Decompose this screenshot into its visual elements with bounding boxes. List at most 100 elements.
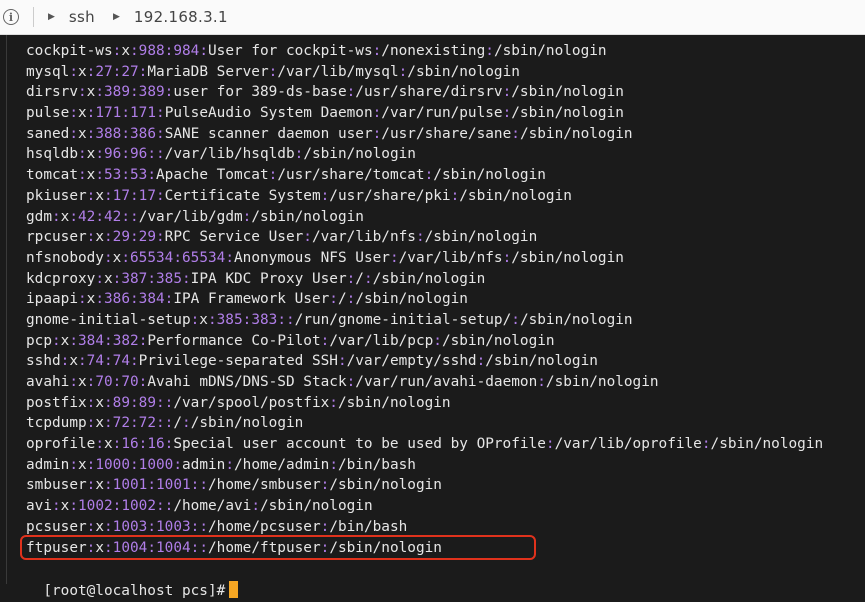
gecos: Avahi mDNS/DNS-SD Stack <box>147 374 347 390</box>
field-separator: : <box>104 394 113 411</box>
field-separator: : <box>502 84 512 101</box>
field-separator: : <box>121 249 130 266</box>
uid: 29 <box>112 229 130 246</box>
password-field: x <box>95 394 104 411</box>
field-separator: : <box>320 332 330 349</box>
password-field: x <box>103 270 113 287</box>
home-directory: /run/gnome-initial-setup/ <box>294 311 512 328</box>
breadcrumb-item-host[interactable]: 192.168.3.1 <box>134 8 228 26</box>
field-separator: : <box>225 249 234 266</box>
uid: 72 <box>112 415 130 432</box>
home-directory: /var/run/pulse <box>381 105 503 122</box>
home-directory: /var/lib/nfs <box>398 249 503 266</box>
uid: 96 <box>104 146 122 163</box>
gid: 171 <box>130 105 157 122</box>
gecos: PulseAudio System Daemon <box>164 105 373 122</box>
terminal-line: pkiuser:x:17:17:Certificate System:/usr/… <box>26 186 823 207</box>
login-shell: /sbin/nologin <box>407 63 520 80</box>
field-separator: : <box>225 456 234 473</box>
username: nfsnobody <box>26 249 104 266</box>
field-separator: : <box>502 105 512 122</box>
login-shell: /sbin/nologin <box>441 332 555 349</box>
login-shell: /sbin/nologin <box>710 436 824 453</box>
field-separator: : <box>69 456 78 473</box>
field-separator: : <box>156 125 165 142</box>
field-separator: : <box>476 353 486 370</box>
terminal-line: hsqldb:x:96:96::/var/lib/hsqldb:/sbin/no… <box>26 144 823 165</box>
field-separator: : <box>130 353 139 370</box>
login-shell: /sbin/nologin <box>545 374 659 390</box>
field-separator: : <box>199 539 208 556</box>
username: postfix <box>26 394 87 411</box>
login-shell: /sbin/nologin <box>485 353 598 370</box>
field-separator: : <box>415 229 425 246</box>
uid: 1004 <box>112 539 148 556</box>
gid: 1002 <box>121 498 156 515</box>
field-separator: : <box>147 146 156 163</box>
field-separator: : <box>207 311 217 328</box>
field-separator: : <box>285 311 295 328</box>
terminal-line: cockpit-ws:x:988:984:User for cockpit-ws… <box>26 41 823 62</box>
username: admin <box>26 456 70 473</box>
field-separator: : <box>104 539 113 556</box>
address-bar: i ▶ ssh ▶ 192.168.3.1 <box>0 0 865 35</box>
home-directory: /home/avi <box>173 498 252 515</box>
gecos: IPA Framework User <box>173 291 330 308</box>
field-separator: : <box>77 146 87 163</box>
terminal-line: pcp:x:384:382:Performance Co-Pilot:/var/… <box>26 331 823 352</box>
terminal-line: pulse:x:171:171:PulseAudio System Daemon… <box>26 103 823 124</box>
field-separator: : <box>130 187 139 204</box>
terminal-line: oprofile:x:16:16:Special user account to… <box>26 434 823 455</box>
field-separator: : <box>103 249 113 266</box>
command-prompt[interactable]: [root@localhost pcs]# <box>26 558 239 599</box>
terminal-line: avi:x:1002:1002::/home/avi:/sbin/nologin <box>26 496 823 517</box>
field-separator: : <box>69 332 79 349</box>
field-separator: : <box>52 332 61 349</box>
password-field: x <box>95 187 104 204</box>
password-field: x <box>78 374 87 390</box>
field-separator: : <box>268 167 278 184</box>
field-separator: : <box>156 415 165 432</box>
gecos: Certificate System <box>164 187 321 204</box>
field-separator: : <box>69 125 78 142</box>
username: gnome-initial-setup <box>26 311 191 328</box>
password-field: x <box>78 456 87 473</box>
terminal-line: saned:x:388:386:SANE scanner daemon user… <box>26 124 823 145</box>
uid: 53 <box>104 167 122 184</box>
uid: 17 <box>112 187 130 204</box>
gid: 386 <box>130 125 157 142</box>
home-directory: /usr/share/pki <box>329 187 451 204</box>
field-separator: : <box>95 208 105 225</box>
field-separator: : <box>69 208 79 225</box>
field-separator: : <box>77 291 87 308</box>
username: pcsuser <box>26 518 87 535</box>
gecos: Privilege-separated SSH <box>138 353 338 370</box>
field-separator: : <box>52 208 61 225</box>
field-separator: : <box>95 84 104 101</box>
field-separator: : <box>78 353 87 370</box>
home-directory: /usr/share/dirsrv <box>355 84 503 101</box>
gid: 65534 <box>182 249 226 266</box>
username: kdcproxy <box>26 270 96 287</box>
uid: 16 <box>121 436 139 453</box>
field-separator: : <box>320 539 330 556</box>
terminal-window[interactable]: cockpit-ws:x:988:984:User for cockpit-ws… <box>0 35 865 584</box>
username: ftpuser <box>26 539 87 556</box>
username: cockpit-ws <box>26 43 113 59</box>
breadcrumb-item-protocol[interactable]: ssh <box>69 8 95 26</box>
username: dirsrv <box>26 84 78 101</box>
gid: 1003 <box>156 518 191 535</box>
field-separator: : <box>130 208 139 225</box>
gid: 53 <box>130 167 148 184</box>
uid: 1002 <box>78 498 113 515</box>
login-shell: /sbin/nologin <box>511 84 624 101</box>
field-separator: : <box>294 146 304 163</box>
field-separator: : <box>104 332 113 349</box>
username: gdm <box>26 208 52 225</box>
field-separator: : <box>199 477 208 494</box>
username: hsqldb <box>26 146 78 163</box>
info-icon[interactable]: i <box>3 9 19 25</box>
login-shell: /sbin/nologin <box>459 187 572 204</box>
terminal-line: rpcuser:x:29:29:RPC Service User:/var/li… <box>26 227 823 248</box>
field-separator: : <box>199 518 208 535</box>
